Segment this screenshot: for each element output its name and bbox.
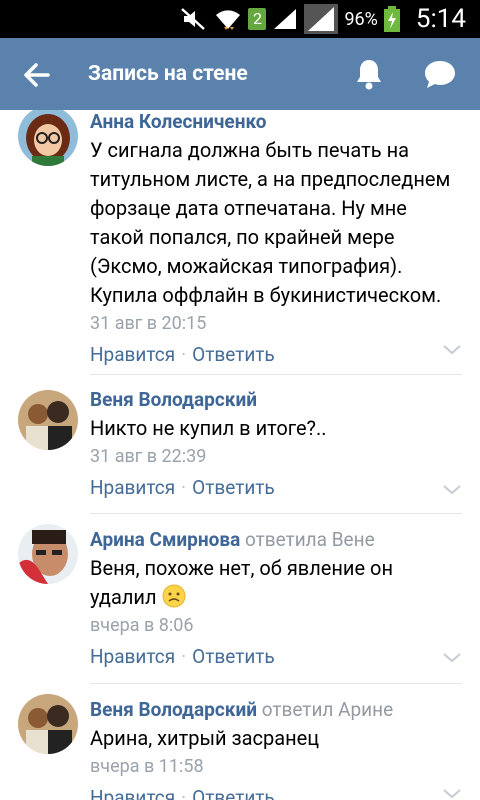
wifi-icon: [216, 10, 241, 30]
signal-icon: [304, 4, 339, 34]
comment-header: Арина Смирнова ответила Вене: [90, 528, 462, 552]
chevron-down-icon[interactable]: [442, 652, 462, 664]
chevron-down-icon[interactable]: [442, 788, 462, 800]
separator: ·: [181, 343, 187, 366]
comment-text: Веня, похоже нет, об явление он удалил: [90, 554, 462, 612]
chat-icon[interactable]: [423, 58, 457, 90]
app-bar: Запись на стене: [0, 38, 480, 110]
comment-item: Веня Володарский ответил Арине Арина, хи…: [0, 684, 480, 800]
status-bar: 2 96% 5:14: [0, 0, 480, 38]
comment-author[interactable]: Анна Колесниченко: [90, 110, 266, 133]
comment-item: Арина Смирнова ответила Вене Веня, похож…: [0, 514, 480, 684]
like-button[interactable]: Нравится: [90, 343, 175, 366]
comment-actions: Нравится · Ответить: [90, 342, 462, 368]
comment-header: Веня Володарский: [90, 388, 462, 412]
comment-time: вчера в 11:58: [90, 756, 204, 777]
chevron-down-icon[interactable]: [442, 344, 462, 356]
comment-body: Анна Колесниченко У сигнала должна быть …: [90, 110, 462, 368]
status-icons: 2 96% 5:14: [180, 0, 466, 38]
comment-text: Арина, хитрый засранец: [90, 726, 320, 750]
bell-icon[interactable]: [354, 58, 384, 90]
avatar[interactable]: [18, 524, 78, 584]
back-arrow-icon[interactable]: [22, 60, 52, 90]
reply-button[interactable]: Ответить: [192, 343, 275, 366]
battery-percent: 96%: [344, 8, 378, 30]
chevron-down-icon[interactable]: [442, 484, 462, 496]
like-button[interactable]: Нравится: [90, 645, 175, 668]
comment-time: вчера в 8:06: [90, 615, 194, 636]
comment-item: Веня Володарский Никто не купил в итоге?…: [0, 374, 480, 514]
sim-2-icon: 2: [248, 8, 267, 30]
like-button[interactable]: Нравится: [90, 476, 175, 499]
reply-to-label[interactable]: ответила Вене: [245, 528, 375, 551]
avatar[interactable]: [18, 110, 78, 166]
comment-text-content: Веня, похоже нет, об явление он удалил: [90, 556, 393, 609]
comment-body: Веня Володарский Никто не купил в итоге?…: [90, 388, 462, 501]
reply-button[interactable]: Ответить: [192, 786, 275, 800]
reply-to-label[interactable]: ответил Арине: [262, 698, 393, 721]
comment-author[interactable]: Арина Смирнова: [90, 528, 240, 551]
mute-icon: [181, 8, 206, 30]
comment-actions: Нравится · Ответить: [90, 475, 462, 501]
comment-time: 31 авг в 20:15: [90, 313, 207, 334]
clock: 5:14: [415, 4, 466, 34]
comment-author[interactable]: Веня Володарский: [90, 388, 257, 411]
reply-button[interactable]: Ответить: [192, 476, 275, 499]
comment-text: Никто не купил в итоге?..: [90, 416, 327, 440]
like-button[interactable]: Нравится: [90, 786, 175, 800]
avatar[interactable]: [18, 390, 78, 450]
page-title: Запись на стене: [88, 62, 248, 86]
comment-header: Анна Колесниченко: [90, 110, 462, 134]
comment-list: Анна Колесниченко У сигнала должна быть …: [0, 110, 480, 800]
comment-body: Арина Смирнова ответила Вене Веня, похож…: [90, 528, 462, 670]
comment-header: Веня Володарский ответил Арине: [90, 698, 462, 722]
avatar[interactable]: [18, 694, 78, 754]
signal-icon: [274, 9, 297, 29]
reply-button[interactable]: Ответить: [192, 645, 275, 668]
separator: ·: [181, 645, 187, 668]
separator: ·: [181, 476, 187, 499]
comment-author[interactable]: Веня Володарский: [90, 698, 257, 721]
comment-actions: Нравится · Ответить: [90, 644, 462, 670]
comment-text: У сигнала должна быть печать на титульно…: [90, 138, 451, 307]
comment-item: Анна Колесниченко У сигнала должна быть …: [0, 110, 480, 375]
comment-body: Веня Володарский ответил Арине Арина, хи…: [90, 698, 462, 800]
battery-charging-icon: [383, 6, 400, 32]
comment-actions: Нравится · Ответить: [90, 785, 462, 800]
comment-time: 31 авг в 22:39: [90, 446, 207, 467]
sad-face-emoji-icon: [162, 584, 186, 608]
separator: ·: [181, 786, 187, 800]
